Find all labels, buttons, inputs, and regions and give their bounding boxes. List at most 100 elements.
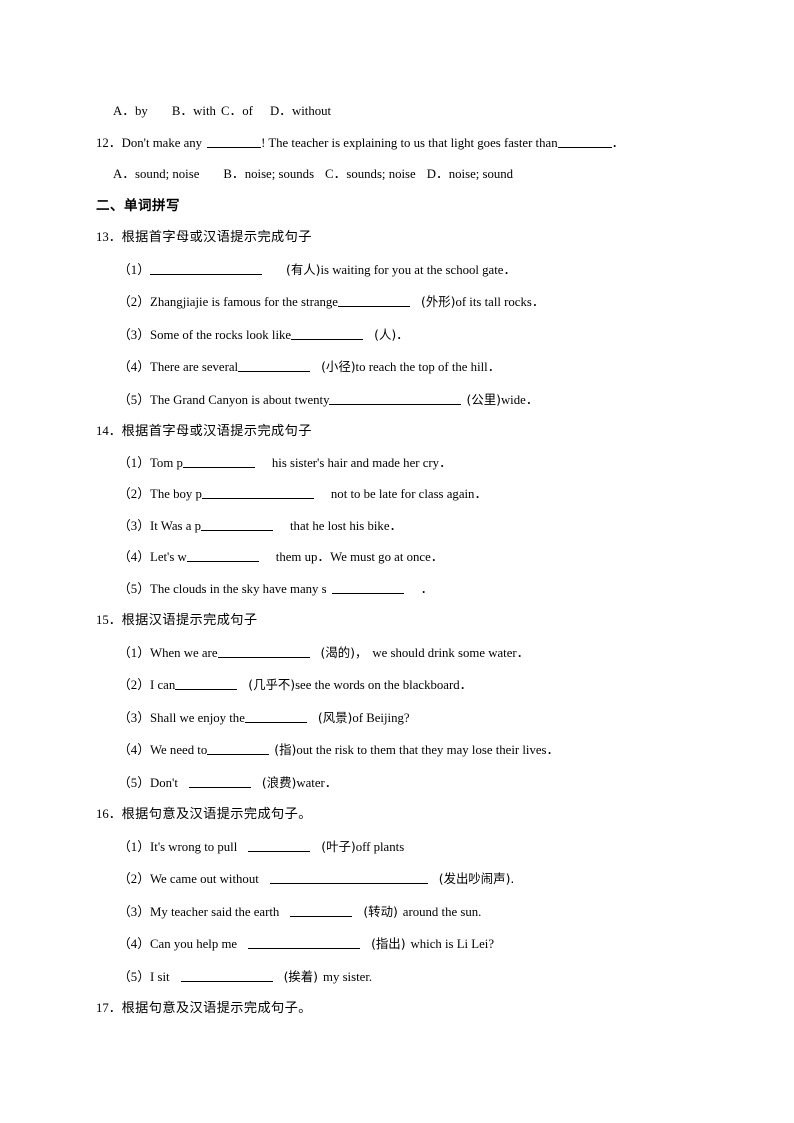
- q11-option-a: A．by: [113, 104, 148, 118]
- sub-item-label: （3）: [118, 904, 150, 919]
- chinese-hint: (叶子): [321, 838, 356, 854]
- sub-item-text-after: which is Li Lei?: [410, 937, 495, 951]
- list-item: （4）There are several (小径)to reach the top…: [96, 351, 641, 384]
- answer-blank[interactable]: [248, 936, 361, 949]
- sub-item-text-before: We came out without: [150, 872, 259, 886]
- question-15-prompt: 15．根据汉语提示完成句子: [96, 605, 641, 637]
- chinese-hint: (转动): [363, 903, 398, 919]
- answer-blank[interactable]: [188, 775, 251, 788]
- sub-item-label: （5）: [118, 969, 150, 984]
- chinese-hint: (指): [274, 742, 297, 757]
- answer-blank[interactable]: [180, 969, 273, 982]
- sub-item-text-after: we should drink some water．: [372, 645, 530, 660]
- answer-blank[interactable]: [207, 742, 270, 755]
- document-content: A．by B．with C．of D．without 12．Don't make an…: [96, 96, 641, 1025]
- sub-item-text-after: his sister's hair and made her cry．: [271, 455, 452, 470]
- answer-blank[interactable]: [244, 710, 307, 723]
- answer-blank[interactable]: [175, 677, 238, 690]
- sub-item-label: （1）: [118, 455, 150, 470]
- sub-item-text-after: is waiting for you at the school gate．: [320, 262, 517, 277]
- q12-option-d: D．noise; sound: [426, 167, 514, 181]
- list-item: （1） (有人)is waiting for you at the school …: [96, 254, 641, 287]
- list-item: （1）It's wrong to pull (叶子)off plants: [96, 831, 641, 864]
- list-item: （5）Don't (浪费)water．: [96, 767, 641, 800]
- chinese-hint: (挨着): [283, 968, 319, 984]
- list-item: （3）It Was a p that he lost his bike．: [96, 511, 641, 543]
- chinese-hint: (几乎不): [248, 677, 296, 692]
- sub-item-label: （2）: [118, 487, 150, 501]
- question-12-stem: 12．Don't make any ! The teacher is explai…: [96, 128, 641, 160]
- sub-item-text-before: Zhangjiajie is famous for the strange: [150, 295, 338, 309]
- sub-item-label: （2）: [118, 872, 150, 886]
- sub-item-text-before: It's wrong to pull: [150, 839, 238, 854]
- chinese-hint: (公里): [466, 391, 501, 407]
- question-12-text-before: Don't make any: [121, 135, 203, 150]
- sub-item-text-after: them up．We must go at once．: [275, 550, 444, 564]
- list-item: （1）Tom p his sister's hair and made her c…: [96, 448, 641, 480]
- answer-blank[interactable]: [338, 294, 410, 307]
- sub-item-text-after: out the risk to them that they may lose …: [296, 743, 560, 757]
- list-item: （3）My teacher said the earth (转动) around t…: [96, 896, 641, 929]
- section-heading-2: 二、单词拼写: [96, 197, 180, 214]
- sub-item-text-before: We need to: [150, 743, 208, 757]
- question-13-prompt: 13．根据首字母或汉语提示完成句子: [96, 222, 641, 254]
- sub-item-label: （5）: [118, 392, 150, 407]
- answer-blank[interactable]: [290, 904, 353, 917]
- sub-item-label: （1）: [118, 262, 150, 277]
- sub-item-text-after: off plants: [355, 839, 405, 854]
- list-item: （5）The clouds in the sky have many s ．: [96, 574, 641, 606]
- q12-option-b: B．noise; sounds: [223, 167, 315, 181]
- chinese-hint: (风景): [317, 709, 353, 725]
- answer-blank[interactable]: [201, 486, 314, 499]
- sub-item-text-before: The clouds in the sky have many s: [150, 581, 327, 596]
- answer-blank[interactable]: [269, 871, 428, 884]
- answer-blank[interactable]: [150, 262, 262, 275]
- sub-item-text-after: of its tall rocks．: [455, 295, 545, 309]
- sub-item-text-after: see the words on the blackboard．: [295, 678, 473, 692]
- sub-item-text-after: ．: [396, 327, 409, 342]
- answer-blank[interactable]: [200, 518, 273, 531]
- question-15-number: 15．: [96, 613, 122, 627]
- question-15-prompt-text: 根据汉语提示完成句子: [121, 613, 258, 628]
- answer-blank[interactable]: [207, 135, 262, 148]
- list-item: （3）Shall we enjoy the (风景)of Beijing?: [96, 702, 641, 735]
- answer-blank[interactable]: [182, 455, 255, 468]
- q12-option-a: A．sound; noise: [113, 167, 200, 181]
- chinese-hint: (浪费): [261, 774, 297, 790]
- question-17-prompt: 17．根据句意及汉语提示完成句子。: [96, 993, 641, 1025]
- sub-item-text-before: There are several: [150, 360, 239, 374]
- sub-item-text-after: around the sun.: [402, 904, 482, 919]
- chinese-hint: (渴的)，: [320, 644, 368, 660]
- answer-blank[interactable]: [217, 645, 310, 658]
- answer-blank[interactable]: [291, 327, 364, 340]
- sub-item-text-before: Some of the rocks look like: [150, 327, 292, 342]
- sub-item-text-before: Tom p: [150, 455, 183, 470]
- question-14-prompt-text: 根据首字母或汉语提示完成句子: [121, 424, 312, 439]
- answer-blank[interactable]: [238, 359, 311, 372]
- answer-blank[interactable]: [331, 581, 404, 594]
- chinese-hint: (小径): [321, 359, 356, 374]
- sub-item-label: （4）: [118, 743, 150, 757]
- sub-item-text-after: my sister.: [323, 969, 373, 984]
- sub-item-text-before: Shall we enjoy the: [150, 710, 245, 725]
- sub-item-label: （4）: [118, 937, 150, 951]
- q11-options-row: A．by B．with C．of D．without: [96, 96, 641, 128]
- sub-item-text-after: wide．: [500, 392, 539, 407]
- answer-blank[interactable]: [186, 549, 259, 562]
- sub-item-label: （3）: [118, 518, 150, 533]
- sub-item-text-before: The Grand Canyon is about twenty: [150, 392, 330, 407]
- question-13-number: 13．: [96, 230, 122, 244]
- sub-item-text-after: ．: [420, 581, 434, 596]
- sub-item-label: （4）: [118, 360, 150, 374]
- sub-item-text-before: I can: [150, 678, 176, 692]
- sub-item-text-after: not to be late for class again．: [330, 487, 488, 501]
- sub-item-text-after: that he lost his bike．: [289, 518, 403, 533]
- question-14-prompt: 14．根据首字母或汉语提示完成句子: [96, 416, 641, 448]
- answer-blank[interactable]: [557, 135, 612, 148]
- chinese-hint: (有人): [286, 261, 321, 277]
- sub-item-text-before: Don't: [150, 775, 178, 790]
- answer-blank[interactable]: [329, 392, 462, 405]
- question-12-text-middle: ! The teacher is explaining to us that l…: [261, 135, 558, 150]
- answer-blank[interactable]: [248, 839, 311, 852]
- chinese-hint: (人): [374, 326, 397, 342]
